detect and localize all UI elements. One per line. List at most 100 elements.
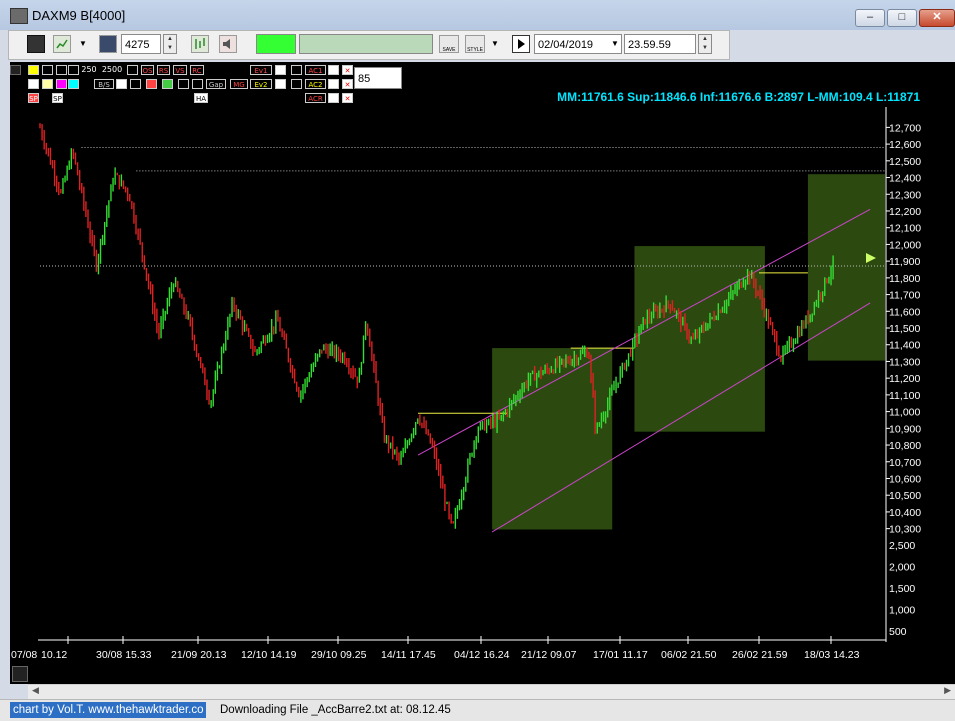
app-window: DAXM9 B[4000] – □ ✕ ▼ 4275 ▲ ▼ SAVE STYLE… <box>0 0 955 721</box>
volume-tick-label: 2,500 <box>889 540 915 552</box>
indicator-ac2[interactable]: AC2 <box>305 79 326 89</box>
indicator-ev2[interactable]: Ev2 <box>250 79 272 89</box>
date-input[interactable]: 02/04/2019 <box>534 34 622 54</box>
price-tick-label: 11,900 <box>889 256 920 268</box>
chart-icon[interactable] <box>53 35 71 53</box>
price-tick-label: 10,800 <box>889 440 921 452</box>
price-tick-label: 10,600 <box>889 473 921 485</box>
indicator-bs[interactable]: B/S <box>94 79 114 89</box>
date-tick-label: 30/08 15.33 <box>96 649 152 661</box>
title-bar: DAXM9 B[4000] – □ ✕ <box>0 0 955 30</box>
close-button[interactable]: ✕ <box>919 9 955 27</box>
indicator-sp-white[interactable]: SP <box>52 93 63 103</box>
toolbar: ▼ 4275 ▲ ▼ SAVE STYLE ▼ 02/04/2019 ▼ 23.5… <box>8 30 730 60</box>
price-tick-label: 10,300 <box>889 524 921 536</box>
time-stepper[interactable]: ▲ ▼ <box>698 34 712 54</box>
acr-remove-icon[interactable]: ✕ <box>342 93 353 103</box>
scroll-right-icon[interactable]: ▶ <box>944 685 951 696</box>
draw-line-icon[interactable] <box>28 65 39 75</box>
price-tick-label: 11,800 <box>889 273 920 285</box>
indicator-ha[interactable]: HA <box>194 93 208 103</box>
color-white-icon[interactable] <box>28 79 39 89</box>
wave-icon[interactable] <box>192 79 203 89</box>
maximize-button[interactable]: □ <box>887 9 917 27</box>
range-box <box>492 348 613 530</box>
indicator-os[interactable]: OS <box>141 65 154 75</box>
ev2-option-icon[interactable] <box>275 79 286 89</box>
indicator-sp-red[interactable]: SP <box>28 93 39 103</box>
lock-icon[interactable] <box>12 666 28 682</box>
chart-dropdown-icon[interactable]: ▼ <box>79 39 87 48</box>
bars-count-stepper[interactable]: ▲ ▼ <box>163 34 177 54</box>
date-tick-label: 18/03 14.23 <box>804 649 860 661</box>
price-chart[interactable]: 12,700 12,600 12,500 12,400 12,300 12,200 12,1… <box>10 62 955 684</box>
bars-count-input[interactable]: 4275 <box>121 34 161 54</box>
price-tick-label: 11,100 <box>889 390 920 402</box>
play-icon[interactable] <box>512 35 530 53</box>
app-icon <box>10 8 28 24</box>
date-dropdown-icon[interactable]: ▼ <box>611 39 619 48</box>
status-message: Downloading File _AccBarre2.txt at: 08.1… <box>220 704 451 716</box>
scroll-left-icon[interactable]: ◀ <box>32 685 39 696</box>
style-dropdown-icon[interactable]: ▼ <box>491 39 499 48</box>
save-disk-icon[interactable] <box>27 35 45 53</box>
ev1-option-icon[interactable] <box>275 65 286 75</box>
indicator-acr[interactable]: ACR <box>305 93 326 103</box>
price-tick-label: 11,300 <box>889 356 920 368</box>
indicator-vs[interactable]: VS <box>173 65 187 75</box>
indicator-rc[interactable]: RC <box>190 65 204 75</box>
ev2-color-icon[interactable] <box>291 79 302 89</box>
minimize-button[interactable]: – <box>855 9 885 27</box>
grid-icon[interactable] <box>56 65 67 75</box>
ev1-color-icon[interactable] <box>291 65 302 75</box>
acr-option-icon[interactable] <box>328 93 339 103</box>
date-tick-label: 21/12 09.07 <box>521 649 577 661</box>
price-tick-label: 11,600 <box>889 306 920 318</box>
color-cyan-icon[interactable] <box>68 79 79 89</box>
price-tick-label: 12,000 <box>889 239 921 251</box>
time-input[interactable]: 23.59.59 <box>624 34 696 54</box>
date-tick-label: 29/10 09.25 <box>311 649 367 661</box>
indicator-rs[interactable]: RS <box>157 65 170 75</box>
bs-color-icon[interactable] <box>130 79 141 89</box>
price-tick-label: 12,200 <box>889 206 921 218</box>
indicator-mg[interactable]: MG <box>230 79 248 89</box>
bars-black-icon[interactable] <box>178 79 189 89</box>
signal-pale-indicator <box>299 34 433 54</box>
color-yellow-icon[interactable] <box>42 79 53 89</box>
range-box <box>807 174 885 361</box>
draw-line2-icon[interactable] <box>42 65 53 75</box>
ac1-option-icon[interactable] <box>328 65 339 75</box>
style-button[interactable]: STYLE <box>465 35 485 53</box>
ac2-option-icon[interactable] <box>328 79 339 89</box>
chart-area[interactable]: 12,700 12,600 12,500 12,400 12,300 12,200 12,1… <box>10 62 955 684</box>
indicator-ac1[interactable]: AC1 <box>305 65 326 75</box>
bars-toggle-icon[interactable] <box>127 65 138 75</box>
date-tick-label: 21/09 20.13 <box>171 649 227 661</box>
price-tick-label: 11,200 <box>889 373 920 385</box>
price-tick-label: 12,600 <box>889 139 921 151</box>
speaker-icon[interactable] <box>219 35 237 53</box>
horizontal-scrollbar[interactable]: ◀ ▶ <box>28 684 955 699</box>
rect-icon[interactable] <box>68 65 79 75</box>
price-tick-label: 10,400 <box>889 507 921 519</box>
price-tick-label: 12,100 <box>889 223 921 235</box>
save-button[interactable]: SAVE <box>439 35 459 53</box>
calendar-icon[interactable] <box>99 35 117 53</box>
bars-red-icon[interactable] <box>146 79 157 89</box>
color-magenta-icon[interactable] <box>56 79 67 89</box>
bars-icon[interactable] <box>191 35 209 53</box>
period-input[interactable]: 85 <box>354 67 402 89</box>
indicator-gap[interactable]: Gap <box>206 79 226 89</box>
bars-green-icon[interactable] <box>162 79 173 89</box>
bs-option-icon[interactable] <box>116 79 127 89</box>
ac2-remove-icon[interactable]: ✕ <box>342 79 353 89</box>
ac1-remove-icon[interactable]: ✕ <box>342 65 353 75</box>
cursor-icon[interactable] <box>10 65 21 75</box>
price-tick-label: 10,500 <box>889 490 921 502</box>
date-tick-label: 17/01 11.17 <box>593 649 648 661</box>
period-long: 2500 <box>101 65 123 74</box>
price-tick-label: 11,500 <box>889 323 920 335</box>
indicator-ev1[interactable]: Ev1 <box>250 65 272 75</box>
credit-link[interactable]: chart by Vol.T. www.thehawktrader.co <box>10 702 207 718</box>
